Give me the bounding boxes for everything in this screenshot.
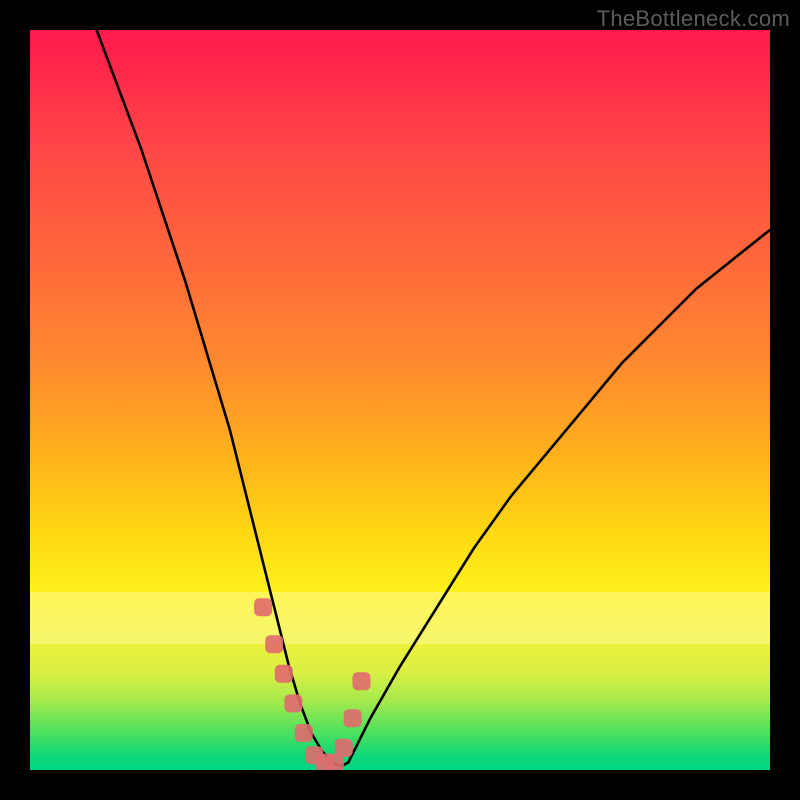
- marker-point: [265, 635, 283, 653]
- watermark-text: TheBottleneck.com: [597, 6, 790, 32]
- marker-cluster: [254, 598, 370, 770]
- marker-point: [275, 665, 293, 683]
- marker-point: [254, 598, 272, 616]
- marker-point: [344, 709, 362, 727]
- chart-frame: TheBottleneck.com: [0, 0, 800, 800]
- bottleneck-curve: [97, 30, 770, 766]
- marker-point: [335, 739, 353, 757]
- marker-point: [284, 694, 302, 712]
- marker-point: [353, 672, 371, 690]
- marker-point: [295, 724, 313, 742]
- curve-layer: [30, 30, 770, 770]
